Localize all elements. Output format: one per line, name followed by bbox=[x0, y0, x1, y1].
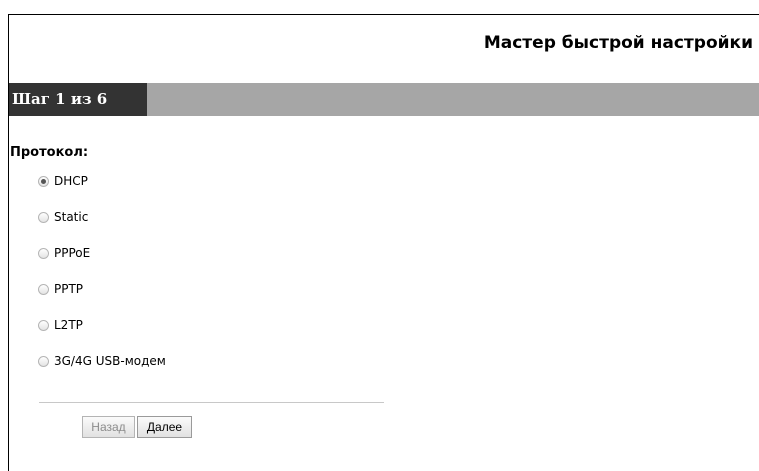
radio-option-pptp[interactable]: PPTP bbox=[38, 280, 83, 298]
radio-button-usb-modem[interactable] bbox=[38, 355, 49, 367]
radio-label-static: Static bbox=[54, 210, 89, 224]
protocol-label: Протокол: bbox=[10, 145, 89, 160]
step-indicator: Шаг 1 из 6 bbox=[9, 83, 147, 116]
back-button[interactable]: Назад bbox=[82, 416, 135, 438]
radio-option-dhcp[interactable]: DHCP bbox=[38, 172, 88, 190]
radio-button-pptp[interactable] bbox=[38, 283, 49, 295]
radio-button-l2tp[interactable] bbox=[38, 319, 49, 331]
radio-option-static[interactable]: Static bbox=[38, 208, 88, 226]
radio-option-usb-modem[interactable]: 3G/4G USB-модем bbox=[38, 352, 166, 370]
wizard-frame: Мастер быстрой настройки Шаг 1 из 6 Прот… bbox=[8, 14, 759, 471]
radio-button-dhcp[interactable] bbox=[38, 175, 49, 187]
radio-button-pppoe[interactable] bbox=[38, 247, 49, 259]
radio-option-pppoe[interactable]: PPPoE bbox=[38, 244, 90, 262]
radio-label-pppoe: PPPoE bbox=[54, 246, 91, 260]
radio-option-l2tp[interactable]: L2TP bbox=[38, 316, 83, 334]
radio-label-dhcp: DHCP bbox=[54, 174, 88, 188]
radio-label-pptp: PPTP bbox=[54, 282, 84, 296]
radio-label-l2tp: L2TP bbox=[54, 318, 83, 332]
radio-button-static[interactable] bbox=[38, 211, 49, 223]
divider bbox=[39, 402, 384, 403]
wizard-title: Мастер быстрой настройки bbox=[483, 33, 753, 53]
next-button[interactable]: Далее bbox=[137, 416, 192, 438]
step-bar: Шаг 1 из 6 bbox=[9, 83, 759, 116]
radio-label-usb-modem: 3G/4G USB-модем bbox=[54, 354, 166, 368]
